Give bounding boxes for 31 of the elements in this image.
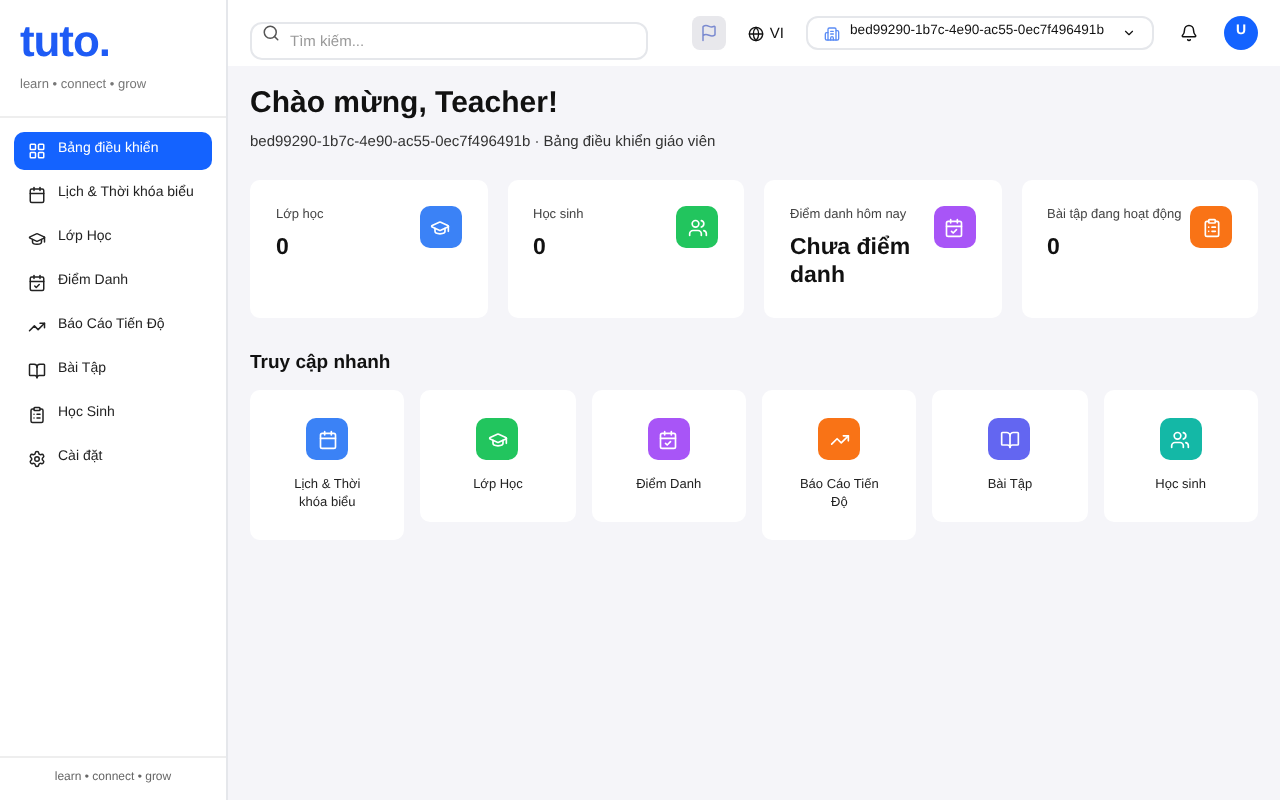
stat-value: 0 (1047, 233, 1062, 262)
calendar-check-icon (944, 217, 964, 237)
calendar-icon (317, 429, 338, 450)
clipboard-icon (1201, 217, 1221, 237)
calendar-icon (28, 185, 46, 204)
book-icon (999, 429, 1020, 450)
book-icon (28, 361, 46, 380)
search-icon (262, 24, 280, 42)
bell-icon[interactable] (1180, 24, 1198, 42)
calendar-check-icon (658, 429, 679, 450)
calendar-check-icon (28, 273, 46, 292)
flag-icon[interactable] (691, 16, 726, 50)
users-icon (1170, 429, 1191, 450)
graduation-cap-icon (430, 217, 450, 237)
settings-icon (28, 449, 46, 468)
grid-icon (28, 141, 46, 160)
building-icon (824, 25, 841, 41)
page-title: Chào mừng, Teacher! (250, 86, 560, 124)
trend-icon (829, 429, 850, 450)
clipboard-icon (28, 405, 46, 424)
stat-value: 0 (276, 233, 291, 262)
logo: tuto. (20, 20, 112, 64)
trend-icon (28, 317, 46, 336)
stat-value: 0 (533, 233, 548, 262)
stat-value: Chưa điểm danh (790, 233, 913, 290)
graduation-cap-icon (487, 429, 508, 450)
section-title: Truy cập nhanh (250, 350, 393, 378)
users-icon (687, 217, 707, 237)
globe-icon (747, 25, 764, 41)
caret-icon (1122, 26, 1136, 40)
graduation-cap-icon (28, 229, 46, 248)
